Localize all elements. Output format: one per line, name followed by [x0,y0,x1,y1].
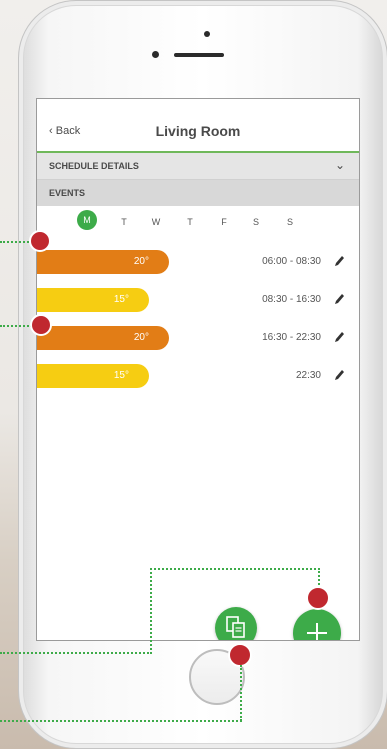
event-time: 06:00 - 08:30 [262,256,321,267]
earpiece-speaker [174,53,224,57]
day-thursday[interactable]: T [181,217,199,227]
callout-leader-line [0,325,32,327]
callout-leader-line [240,665,242,721]
callout-marker-add [306,586,330,610]
callout-leader-line [150,568,320,570]
pencil-icon[interactable] [333,292,345,306]
copy-schedule-button[interactable] [215,607,257,640]
schedule-details-header[interactable]: SCHEDULE DETAILS ⌄ [37,153,359,180]
front-camera [204,31,210,37]
temperature-bar: 15° [37,364,149,388]
events-header: EVENTS [37,180,359,206]
copy-icon [226,616,245,638]
temperature-bar: 20° [37,326,169,350]
day-friday[interactable]: F [215,217,233,227]
callout-marker-days [29,230,51,252]
temperature-bar: 20° [37,250,169,274]
day-saturday[interactable]: S [247,217,265,227]
add-event-button[interactable] [293,609,341,640]
event-row[interactable]: 15° 22:30 [37,356,359,394]
app-header: ‹ Back Living Room [37,99,359,153]
pencil-icon[interactable] [333,254,345,268]
callout-marker-copy [228,643,252,667]
event-time: 08:30 - 16:30 [262,294,321,305]
callout-leader-line [150,568,152,654]
day-monday[interactable]: M [77,210,97,230]
event-row[interactable]: 20° 16:30 - 22:30 [37,318,359,356]
sensor-dot [152,51,159,58]
chevron-down-icon[interactable]: ⌄ [335,158,345,172]
callout-marker-bar [30,314,52,336]
event-row[interactable]: 20° 06:00 - 08:30 [37,242,359,280]
schedule-details-label: SCHEDULE DETAILS [49,161,139,171]
callout-leader-line [0,652,152,654]
pencil-icon[interactable] [333,330,345,344]
events-label: EVENTS [49,188,86,198]
event-row[interactable]: 15° 08:30 - 16:30 [37,280,359,318]
pencil-icon[interactable] [333,368,345,382]
event-time: 16:30 - 22:30 [262,332,321,343]
temperature-bar: 15° [37,288,149,312]
callout-leader-line [0,241,32,243]
day-tuesday[interactable]: T [115,217,133,227]
plus-icon [307,623,327,640]
event-time: 22:30 [295,370,321,381]
day-sunday[interactable]: S [281,217,299,227]
page-title: Living Room [155,123,241,139]
app-screen: ‹ Back Living Room SCHEDULE DETAILS ⌄ EV… [36,98,360,641]
day-selector: M T W T F S S [37,206,359,242]
day-wednesday[interactable]: W [147,217,165,227]
callout-leader-line [0,720,242,722]
